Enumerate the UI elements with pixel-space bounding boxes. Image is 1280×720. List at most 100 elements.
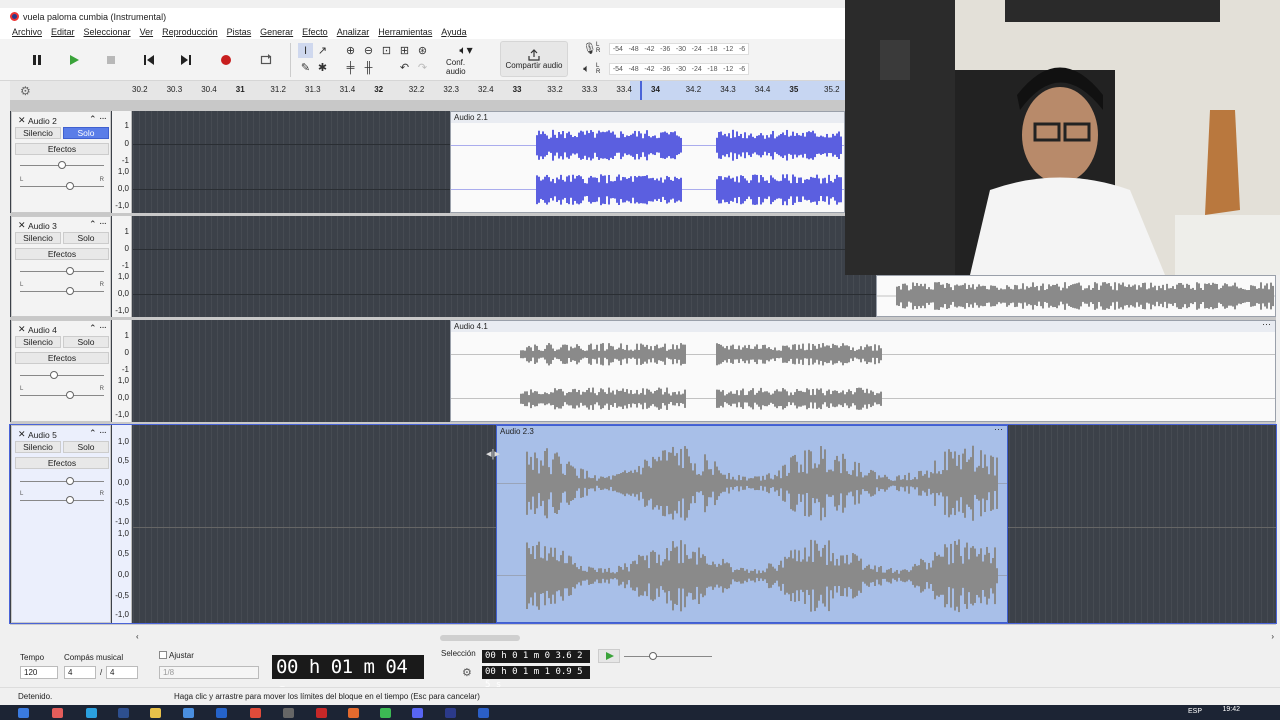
- pan-slider-knob[interactable]: [66, 496, 74, 504]
- trim-icon[interactable]: ╪: [343, 60, 358, 75]
- snap-checkbox[interactable]: [159, 651, 167, 659]
- record-button[interactable]: [210, 43, 242, 77]
- menu-herramientas[interactable]: Herramientas: [378, 27, 432, 37]
- mute-button[interactable]: Silencio: [15, 232, 61, 244]
- record-meter[interactable]: -54 -48 -42 -36 -30 -24 -18 -12 -6: [609, 43, 749, 55]
- draw-tool-icon[interactable]: ✎: [298, 60, 313, 75]
- track-name[interactable]: Audio 5: [28, 430, 57, 440]
- collapse-icon[interactable]: ⌃: [89, 114, 97, 125]
- edge-icon[interactable]: [86, 708, 97, 718]
- skip-end-button[interactable]: [170, 43, 202, 77]
- gain-slider-knob[interactable]: [50, 371, 58, 379]
- fit-selection-icon[interactable]: ⊡: [379, 43, 394, 58]
- clip-header[interactable]: Audio 2.1: [451, 112, 844, 123]
- menu-editar[interactable]: Editar: [51, 27, 75, 37]
- select-tool-icon[interactable]: I: [298, 43, 313, 58]
- track-menu-icon[interactable]: ···: [99, 427, 107, 438]
- track-lane[interactable]: Audio 2.3 ··· ◂|▸: [133, 424, 1276, 623]
- pan-slider[interactable]: LR: [20, 177, 104, 190]
- pan-slider-knob[interactable]: [66, 391, 74, 399]
- pan-slider-knob[interactable]: [66, 287, 74, 295]
- envelope-tool-icon[interactable]: ↗: [315, 43, 330, 58]
- file-explorer-icon[interactable]: [150, 708, 161, 718]
- vertical-scale[interactable]: 1 0 -1 1,0 0,0 -1,0: [112, 216, 132, 317]
- collapse-icon[interactable]: ⌃: [89, 219, 97, 230]
- solo-button[interactable]: Solo: [63, 232, 109, 244]
- close-track-icon[interactable]: ✕: [18, 115, 26, 126]
- scroll-right-icon[interactable]: ›: [1271, 632, 1274, 641]
- audacity-taskbar-icon[interactable]: [445, 708, 456, 718]
- menu-ayuda[interactable]: Ayuda: [441, 27, 466, 37]
- speed-slider-knob[interactable]: [649, 652, 657, 660]
- track-menu-icon[interactable]: ···: [99, 322, 107, 333]
- pan-slider[interactable]: LR: [20, 491, 104, 504]
- timeline-ruler[interactable]: ⚙ 30.2 30.3 30.4 31 31.2 31.3 31.4 32 32.2 32.3 32…: [10, 81, 965, 100]
- microphone-icon[interactable]: 🎙︎: [582, 41, 597, 56]
- menu-ver[interactable]: Ver: [140, 27, 154, 37]
- pan-slider-knob[interactable]: [66, 182, 74, 190]
- zoom-out-icon[interactable]: ⊖: [361, 43, 376, 58]
- mail-icon[interactable]: [216, 708, 227, 718]
- menu-efecto[interactable]: Efecto: [302, 27, 328, 37]
- clock[interactable]: 19:42: [1222, 706, 1240, 713]
- taskbar-app-icon[interactable]: [283, 708, 294, 718]
- pan-slider[interactable]: LR: [20, 386, 104, 399]
- clip-menu-icon[interactable]: ···: [994, 424, 1003, 435]
- menu-seleccionar[interactable]: Seleccionar: [84, 27, 131, 37]
- vertical-scale[interactable]: 1 0 -1 1,0 0,0 -1,0: [112, 111, 132, 213]
- gain-slider-knob[interactable]: [58, 161, 66, 169]
- share-audio-button[interactable]: Compartir audio: [500, 41, 568, 77]
- menu-reproduccion[interactable]: Reproducción: [162, 27, 218, 37]
- gain-slider-knob[interactable]: [66, 477, 74, 485]
- gain-slider[interactable]: [20, 371, 104, 379]
- audio-clip-partial[interactable]: [876, 275, 1276, 317]
- audio-setup-button[interactable]: 🔈︎▾ Conf. audio: [446, 41, 486, 77]
- multi-tool-icon[interactable]: ✱: [315, 60, 330, 75]
- word-icon[interactable]: [478, 708, 489, 718]
- tempo-input[interactable]: 120: [20, 666, 58, 679]
- playback-meter-speaker-icon[interactable]: 🔈︎: [579, 62, 594, 77]
- menu-archivo[interactable]: Archivo: [12, 27, 42, 37]
- time-display[interactable]: 00 h 01 m 04 s: [272, 655, 424, 702]
- zoom-toggle-icon[interactable]: ⊛: [415, 43, 430, 58]
- brave-icon[interactable]: [348, 708, 359, 718]
- clip-header[interactable]: Audio 2.3 ···: [497, 424, 1007, 437]
- track-lane[interactable]: Audio 4.1 ···: [133, 319, 1276, 422]
- time-signature-numerator[interactable]: 4: [64, 666, 96, 679]
- track-name[interactable]: Audio 2: [28, 116, 57, 126]
- vertical-scale[interactable]: 1,0 0,5 0,0 -0,5 -1,0 1,0 0,5 0,0 -0,5 -…: [112, 425, 132, 623]
- solo-button[interactable]: Solo: [63, 336, 109, 348]
- discord-icon[interactable]: [412, 708, 423, 718]
- stop-button[interactable]: [95, 43, 127, 77]
- scrollbar-thumb[interactable]: [440, 635, 520, 641]
- windows-start-icon[interactable]: [18, 708, 29, 718]
- playback-speed-slider[interactable]: [624, 652, 712, 660]
- clip-menu-icon[interactable]: ···: [1262, 319, 1271, 330]
- gain-slider[interactable]: [20, 477, 104, 485]
- effects-button[interactable]: Efectos: [15, 352, 109, 364]
- selection-start-time[interactable]: 00 h 0 1 m 0 3.6 2 2 s: [482, 650, 590, 674]
- audio-clip[interactable]: Audio 4.1 ···: [450, 319, 1276, 422]
- selection-end-time[interactable]: 00 h 0 1 m 1 0.9 5 5 s: [482, 666, 590, 690]
- collapse-icon[interactable]: ⌃: [89, 323, 97, 334]
- audio-clip[interactable]: Audio 2.1: [450, 111, 845, 213]
- menu-pistas[interactable]: Pistas: [227, 27, 252, 37]
- horizontal-scrollbar[interactable]: ‹ ›: [130, 632, 1276, 643]
- mute-button[interactable]: Silencio: [15, 336, 61, 348]
- clip-header[interactable]: Audio 4.1 ···: [451, 319, 1275, 332]
- time-signature-denominator[interactable]: 4: [106, 666, 138, 679]
- photoshop-icon[interactable]: [118, 708, 129, 718]
- effects-button[interactable]: Efectos: [15, 143, 109, 155]
- gain-slider[interactable]: [20, 267, 104, 275]
- effects-button[interactable]: Efectos: [15, 457, 109, 469]
- solo-button[interactable]: Solo: [63, 127, 109, 139]
- selection-settings-icon[interactable]: ⚙: [462, 666, 472, 679]
- taskbar-app-icon[interactable]: [316, 708, 327, 718]
- menu-analizar[interactable]: Analizar: [337, 27, 370, 37]
- play-button[interactable]: [58, 43, 90, 77]
- zoom-in-icon[interactable]: ⊕: [343, 43, 358, 58]
- playhead[interactable]: [640, 81, 642, 100]
- track-name[interactable]: Audio 4: [28, 325, 57, 335]
- audio-clip-selected[interactable]: Audio 2.3 ···: [496, 424, 1008, 623]
- pan-slider[interactable]: LR: [20, 282, 104, 295]
